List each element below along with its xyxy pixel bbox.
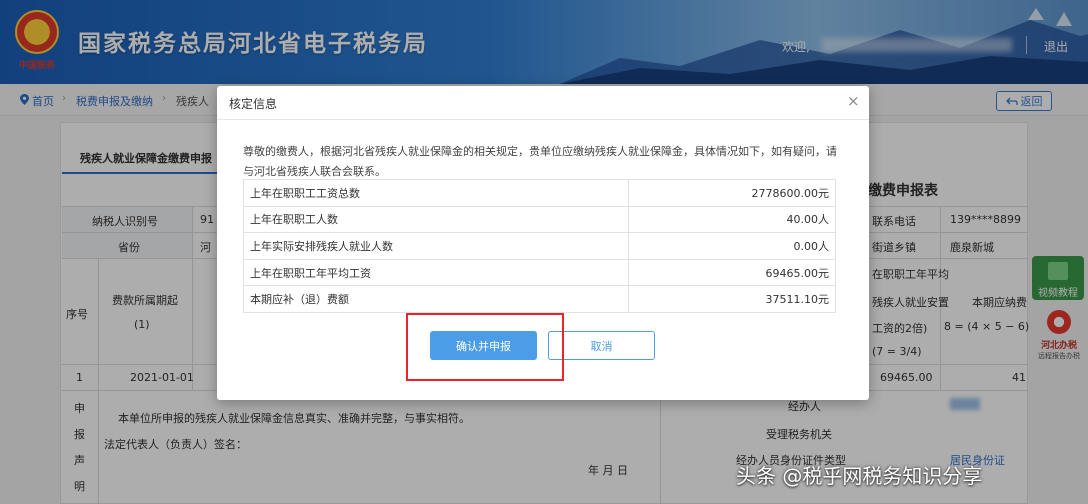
row-label: 上年在职职工工资总数 <box>243 179 629 207</box>
row-label: 上年在职职工人数 <box>243 205 629 234</box>
table-row: 本期应补（退）费额 37511.10元 <box>243 285 836 313</box>
table-row: 上年在职职工年平均工资 69465.00元 <box>243 258 836 287</box>
row-value: 40.00人 <box>628 205 836 234</box>
table-row: 上年在职职工人数 40.00人 <box>243 205 836 234</box>
dialog-message: 尊敬的缴费人，根据河北省残疾人就业保障金的相关规定，贵单位应缴纳残疾人就业保障金… <box>243 145 837 178</box>
row-label: 本期应补（退）费额 <box>243 285 629 313</box>
table-row: 上年实际安排残疾人就业人数 0.00人 <box>243 232 836 260</box>
row-label: 上年在职职工年平均工资 <box>243 258 629 287</box>
watermark-text: 头条 @税乎网税务知识分享 <box>736 464 983 488</box>
close-icon[interactable]: × <box>847 94 860 109</box>
row-value: 37511.10元 <box>628 285 836 313</box>
dialog-title: 核定信息 <box>229 97 278 111</box>
row-value: 2778600.00元 <box>628 179 836 207</box>
table-row: 上年在职职工工资总数 2778600.00元 <box>243 179 836 207</box>
highlight-box <box>406 313 564 381</box>
row-label: 上年实际安排残疾人就业人数 <box>243 232 629 260</box>
row-value: 0.00人 <box>628 232 836 260</box>
dialog-header: 核定信息 × <box>217 86 869 120</box>
row-value: 69465.00元 <box>628 258 836 287</box>
verification-table: 上年在职职工工资总数 2778600.00元 上年在职职工人数 40.00人 上… <box>243 179 836 313</box>
cancel-button[interactable]: 取消 <box>548 331 655 360</box>
